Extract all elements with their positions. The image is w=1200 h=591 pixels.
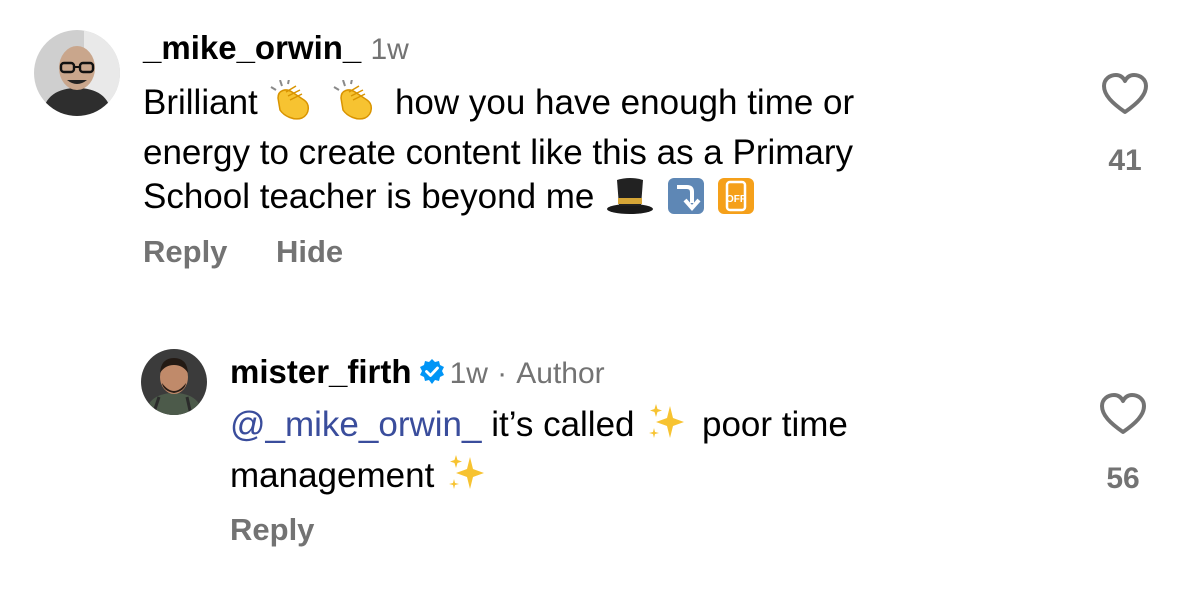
phone-off-label: OFF [726, 194, 746, 205]
avatar-photo [34, 30, 120, 116]
comment-body: @_mike_orwin_ it’s called poor time mana… [230, 402, 1090, 504]
author-badge: Author [516, 357, 605, 390]
comment-body: Brilliant how you have enough time or en… [143, 78, 1043, 225]
avatar[interactable] [34, 30, 120, 116]
reply-button[interactable]: Reply [230, 512, 314, 548]
mobile-phone-off-icon: OFF [717, 178, 754, 225]
comment-text-segment: School teacher is beyond me [143, 177, 595, 216]
heart-icon[interactable] [1100, 72, 1150, 116]
sparkles-icon [446, 453, 490, 504]
arrow-down-right-icon [667, 178, 704, 225]
comment-time: 1w [370, 33, 409, 66]
comment-text-segment: management [230, 456, 435, 495]
hide-button[interactable]: Hide [276, 234, 343, 270]
comment-text-segment: poor time [702, 405, 848, 444]
like-count: 56 [1106, 462, 1140, 495]
verified-badge-icon [418, 355, 446, 395]
top-hat-icon [606, 176, 654, 225]
sparkles-icon [646, 402, 690, 453]
comment-username-row: _mike_orwin_ 1w [143, 28, 409, 70]
comment-text-segment: it’s called [491, 405, 635, 444]
reply-button[interactable]: Reply [143, 234, 227, 270]
comment-username[interactable]: mister_firth [230, 353, 412, 390]
comment-username[interactable]: _mike_orwin_ [143, 29, 361, 66]
clapping-hands-icon [333, 78, 383, 131]
mention-link[interactable]: @_mike_orwin_ [230, 405, 481, 444]
clapping-hands-icon [269, 78, 320, 131]
heart-icon[interactable] [1098, 392, 1148, 436]
meta-separator: · [497, 357, 508, 390]
comment-text-segment: Brilliant [143, 83, 258, 122]
like-count: 41 [1108, 144, 1142, 177]
comment-time: 1w [449, 357, 488, 390]
avatar-photo [141, 349, 207, 415]
comment-text-segment: how you have enough time or [394, 83, 855, 122]
comment-text-segment: energy to create content like this as a … [143, 133, 854, 172]
avatar[interactable] [141, 349, 207, 415]
comment-username-row: mister_firth 1w · Author [230, 352, 605, 395]
